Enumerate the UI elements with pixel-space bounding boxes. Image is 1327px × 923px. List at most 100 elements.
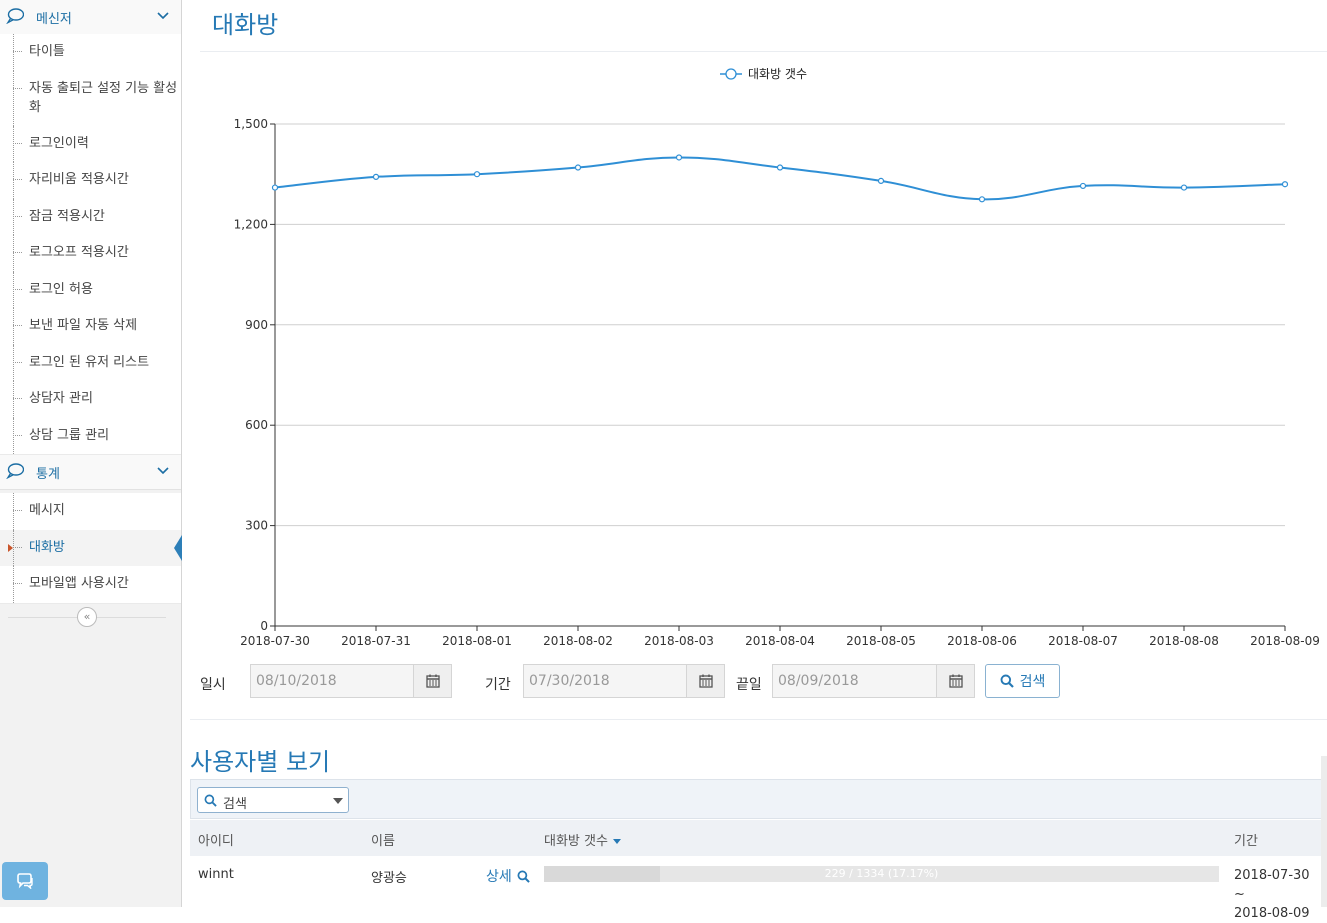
sidebar-item[interactable]: 보낸 파일 자동 삭제 [0,308,181,346]
line-chart: 0 300 600 900 1,200 1,500 2018-07-30 2018-07-31… [234,67,1320,648]
sidebar-section-messenger[interactable]: 메신저 [0,0,181,35]
y-tick-label: 300 [245,519,268,533]
tree-branch [13,288,22,290]
sidebar-item[interactable]: 자동 출퇴근 설정 기능 활성화 [0,70,181,127]
sidebar-item[interactable]: 대화방 [0,529,182,567]
x-tick-label: 2018-08-06 [947,634,1017,648]
tree-branch [13,252,22,253]
date-label: 일시 [200,677,226,693]
search-button[interactable]: 검색 [985,664,1060,698]
x-tick-label: 2018-08-07 [1048,634,1118,648]
section-title: 사용자별 보기 [190,748,331,776]
to-date-input[interactable] [772,664,937,698]
data-point [473,171,481,178]
sidebar-item[interactable]: 로그인 된 유저 리스트 [0,344,181,382]
tree-branch [13,510,22,511]
sidebar-item[interactable]: 로그오프 적용시간 [0,235,181,273]
chat-bubble-icon [6,8,24,24]
chat-icon [17,873,33,889]
table-header: 아이디 이름 대화방 갯수 기간 [190,820,1324,857]
tree-branch [13,87,22,89]
legend-label: 대화방 갯수 [748,67,807,81]
chevron-down-icon[interactable] [157,11,169,21]
tree-line [13,381,14,418]
data-point [372,173,380,180]
sidebar-section-title: 메신저 [36,11,72,27]
chat-bubble-icon [6,463,24,479]
legend-marker [725,68,737,80]
tree-line [13,162,14,199]
x-tick-label: 2018-07-31 [341,634,411,648]
page-title: 대화방 [212,11,279,39]
y-tick-label: 900 [245,318,268,332]
column-header-period[interactable]: 기간 [1234,830,1258,849]
detail-link[interactable]: 상세 [486,866,530,886]
y-tick-label: 600 [245,418,268,432]
active-caret-icon [8,543,13,552]
sidebar-item-label: 자동 출퇴근 설정 기능 활성화 [29,80,178,115]
search-select[interactable]: 검색 [197,787,349,813]
tree-line [13,308,14,345]
calendar-glyph [948,674,963,688]
date-input[interactable] [250,664,414,698]
column-header-count[interactable]: 대화방 갯수 [544,830,621,849]
double-chevron-left-icon[interactable]: « [77,607,97,627]
calendar-icon[interactable] [936,664,975,698]
sidebar-item-label: 보낸 파일 자동 삭제 [29,318,138,333]
from-date-input[interactable] [523,664,687,698]
x-tick-label: 2018-08-09 [1250,634,1320,648]
tree-branch [13,398,22,399]
sidebar-item-label: 로그인 된 유저 리스트 [29,354,150,370]
chat-button[interactable] [2,862,48,900]
series-line [274,156,1286,201]
chat-room-chart: 0 300 600 900 1,200 1,500 2018-07-30 2018-07-31… [190,56,1327,656]
sidebar-item-label: 잠금 적용시간 [29,208,105,224]
calendar-glyph [698,674,713,688]
sidebar-item[interactable]: 타이틀 [0,34,181,72]
search-icon [1000,674,1014,688]
chevron-down-icon[interactable] [157,466,169,476]
sidebar-item[interactable]: 메시지 [0,493,181,531]
sidebar-item[interactable]: 로그인이력 [0,125,181,163]
from-label: 기간 [485,677,511,693]
sidebar-item[interactable]: 자리비움 적용시간 [0,162,181,200]
column-header-name[interactable]: 이름 [371,830,395,849]
scrollbar[interactable] [1321,756,1327,907]
count-progress-bar: 229 / 1334 (17.17%) [544,866,1219,882]
x-tick-label: 2018-07-30 [240,634,310,648]
sidebar-item[interactable]: 상담자 관리 [0,381,181,419]
x-tick-label: 2018-08-04 [745,634,815,648]
calendar-icon[interactable] [686,664,725,698]
sidebar-item-label: 로그인이력 [29,135,89,151]
x-tick-label: 2018-08-08 [1149,634,1219,648]
sidebar-item[interactable]: 잠금 적용시간 [0,198,181,236]
sidebar-item[interactable]: 상담 그룹 관리 [0,417,181,455]
tree-line [13,34,14,71]
sidebar-item-label: 메시지 [29,503,65,518]
column-header-id[interactable]: 아이디 [198,830,234,849]
sidebar-item-label: 상담자 관리 [29,391,93,406]
tree-line [13,344,14,381]
tree-line [13,70,14,126]
tree-line [13,417,14,454]
sidebar-section-stats[interactable]: 통계 [0,455,181,490]
sidebar-item[interactable]: 모바일앱 사용시간 [0,566,181,604]
tree-line [13,235,14,272]
sidebar-item[interactable]: 로그인 허용 [0,271,181,309]
tree-branch [13,434,22,436]
tree-line [13,529,14,566]
calendar-icon[interactable] [413,664,452,698]
tree-branch [13,546,22,548]
tree-line [13,198,14,235]
sidebar-item-label: 타이틀 [29,44,65,59]
cell-period: 2018-07-30 ~ 2018-08-09 [1234,866,1324,923]
divider [190,719,1327,720]
sidebar-item-label: 모바일앱 사용시간 [29,576,129,591]
caret-down-icon [333,798,343,804]
tree-line [13,271,14,308]
tree-branch [13,51,22,52]
tree-line [13,566,14,603]
sidebar-section-title: 통계 [36,466,60,482]
x-tick-label: 2018-08-03 [644,634,714,648]
data-point [1180,184,1188,191]
